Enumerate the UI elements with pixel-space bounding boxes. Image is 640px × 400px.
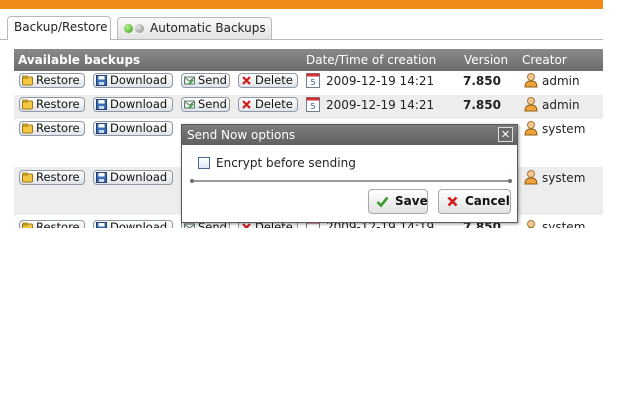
user-icon bbox=[527, 220, 535, 228]
header-creator[interactable]: Creator bbox=[522, 53, 567, 67]
restore-icon bbox=[22, 222, 33, 228]
top-accent-bar bbox=[0, 0, 603, 9]
floppy-icon bbox=[96, 222, 107, 228]
floppy-icon bbox=[96, 75, 107, 86]
svg-text:5: 5 bbox=[310, 102, 315, 111]
floppy-icon bbox=[96, 172, 107, 183]
download-button[interactable]: Download bbox=[93, 121, 173, 136]
tab-strip: Backup/Restore Automatic Backups bbox=[0, 9, 603, 40]
download-button[interactable]: Download bbox=[93, 220, 173, 228]
table-row: Restore Download Send Delete 5 2009-12-1… bbox=[14, 71, 603, 95]
backup-creator: admin bbox=[542, 98, 580, 112]
backup-version: 7.850 bbox=[463, 74, 501, 88]
send-label: Send bbox=[198, 97, 227, 111]
restore-button[interactable]: Restore bbox=[19, 73, 85, 88]
dialog-titlebar[interactable]: Send Now options ✕ bbox=[182, 125, 517, 145]
delete-icon bbox=[242, 76, 251, 85]
download-button[interactable]: Download bbox=[93, 97, 173, 112]
download-button[interactable]: Download bbox=[93, 73, 173, 88]
calendar-icon: 5 bbox=[306, 97, 320, 112]
tab-automatic-backups[interactable]: Automatic Backups bbox=[117, 17, 272, 39]
backup-creator: system bbox=[542, 122, 586, 136]
delete-button[interactable]: Delete bbox=[238, 97, 298, 112]
green-status-icon bbox=[124, 24, 133, 33]
send-icon bbox=[184, 100, 195, 109]
restore-icon bbox=[22, 75, 33, 86]
download-button[interactable]: Download bbox=[93, 170, 173, 185]
restore-icon bbox=[22, 123, 33, 134]
restore-label: Restore bbox=[36, 220, 80, 229]
download-label: Download bbox=[110, 73, 168, 87]
delete-icon bbox=[242, 100, 251, 109]
backup-date: 2009-12-19 14:21 bbox=[326, 98, 435, 112]
user-icon bbox=[524, 170, 538, 185]
cancel-button[interactable]: Cancel bbox=[438, 189, 511, 214]
restore-button[interactable]: Restore bbox=[19, 97, 85, 112]
restore-button[interactable]: Restore bbox=[19, 121, 85, 136]
backup-date: 2009-12-19 14:21 bbox=[326, 74, 435, 88]
backup-creator: system bbox=[542, 171, 586, 185]
tab-label: Backup/Restore bbox=[14, 20, 108, 34]
save-button[interactable]: Save bbox=[368, 189, 428, 214]
restore-button[interactable]: Restore bbox=[19, 220, 85, 228]
calendar-icon: 5 bbox=[306, 73, 320, 88]
download-label: Download bbox=[110, 170, 168, 184]
floppy-icon bbox=[96, 123, 107, 134]
encrypt-checkbox[interactable] bbox=[198, 157, 210, 169]
table-header: Available backups Date/Time of creation … bbox=[14, 49, 603, 71]
backup-creator: admin bbox=[542, 74, 580, 88]
restore-icon bbox=[22, 172, 33, 183]
save-label: Save bbox=[395, 194, 428, 208]
backup-creator: system bbox=[542, 220, 586, 228]
restore-icon bbox=[22, 99, 33, 110]
dialog-separator bbox=[190, 179, 512, 183]
send-icon bbox=[184, 76, 195, 85]
restore-label: Restore bbox=[36, 97, 80, 111]
dialog-title: Send Now options bbox=[187, 128, 296, 142]
download-label: Download bbox=[110, 121, 168, 135]
delete-button[interactable]: Delete bbox=[238, 73, 298, 88]
grey-status-icon bbox=[135, 24, 144, 33]
header-date[interactable]: Date/Time of creation bbox=[306, 53, 436, 67]
restore-label: Restore bbox=[36, 170, 80, 184]
download-label: Download bbox=[110, 97, 168, 111]
checkmark-icon bbox=[376, 196, 389, 208]
send-now-options-dialog: Send Now options ✕ Encrypt before sendin… bbox=[181, 124, 518, 223]
backup-version: 7.850 bbox=[463, 98, 501, 112]
user-icon bbox=[524, 97, 538, 112]
delete-label: Delete bbox=[255, 97, 293, 111]
restore-label: Restore bbox=[36, 121, 80, 135]
table-row: Restore Download Send Delete 5 2009-12-1… bbox=[14, 95, 603, 119]
download-label: Download bbox=[110, 220, 168, 229]
floppy-icon bbox=[96, 99, 107, 110]
send-button[interactable]: Send bbox=[181, 73, 230, 88]
encrypt-checkbox-label[interactable]: Encrypt before sending bbox=[216, 156, 356, 170]
send-label: Send bbox=[198, 73, 227, 87]
restore-label: Restore bbox=[36, 73, 80, 87]
user-icon bbox=[524, 121, 538, 136]
header-available-backups: Available backups bbox=[18, 53, 141, 67]
delete-label: Delete bbox=[255, 73, 293, 87]
header-version[interactable]: Version bbox=[464, 53, 508, 67]
svg-text:5: 5 bbox=[310, 78, 315, 87]
user-icon bbox=[524, 73, 538, 88]
tab-backup-restore[interactable]: Backup/Restore bbox=[7, 16, 111, 40]
tab-label: Automatic Backups bbox=[150, 21, 266, 35]
close-icon[interactable]: ✕ bbox=[498, 127, 513, 142]
send-button[interactable]: Send bbox=[181, 97, 230, 112]
restore-button[interactable]: Restore bbox=[19, 170, 85, 185]
cross-icon bbox=[447, 196, 458, 207]
cancel-label: Cancel bbox=[465, 194, 510, 208]
